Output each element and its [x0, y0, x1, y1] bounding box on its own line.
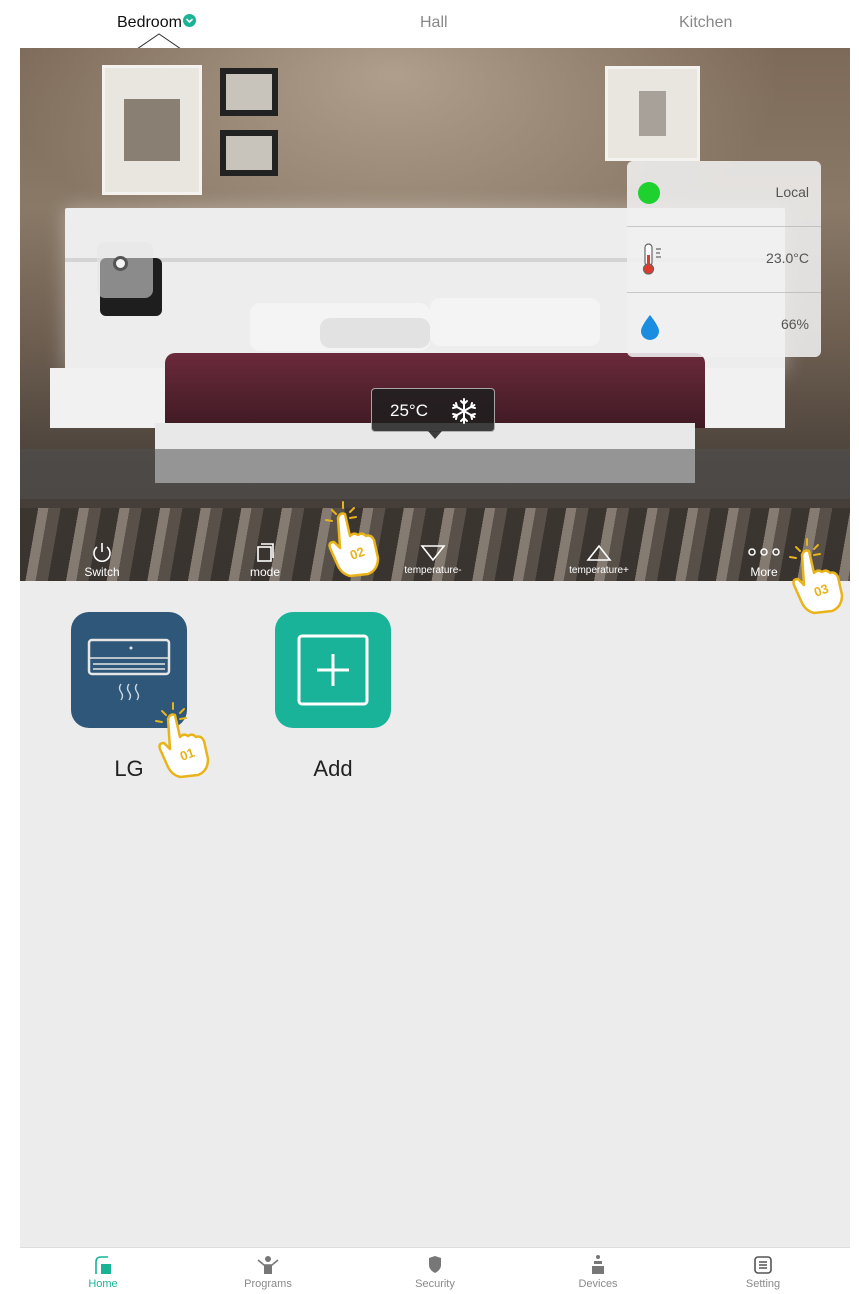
tab-bedroom[interactable]: Bedroom — [117, 14, 196, 32]
triangle-down-icon — [420, 545, 446, 562]
room-tabs: Bedroom Hall Kitchen — [20, 0, 850, 49]
tap-hand-icon: 03 — [789, 538, 844, 615]
sensor-info-panel: Local 23.0°C 66% — [627, 161, 821, 357]
home-icon — [95, 1256, 111, 1274]
switch-label: Switch — [84, 565, 120, 579]
nav-security[interactable]: Security — [385, 1254, 485, 1290]
mode-label: mode — [249, 565, 281, 579]
nav-devices[interactable]: Devices — [548, 1254, 648, 1290]
nav-programs-label: Programs — [244, 1278, 292, 1290]
tab-hall[interactable]: Hall — [420, 14, 448, 32]
setting-icon — [754, 1256, 772, 1274]
app-frame: Bedroom Hall Kitchen Local 23.0°C 66% 25… — [20, 0, 850, 1294]
add-label: Add — [313, 756, 353, 781]
set-temperature: 25°C — [390, 401, 428, 420]
humidity-value: 66% — [780, 316, 809, 332]
control-strip: Switch mode temperature- temperature+ Mo… — [20, 449, 850, 581]
switch-button[interactable]: Switch — [82, 541, 122, 579]
shield-icon — [429, 1256, 441, 1273]
temperature-down-button[interactable]: temperature- — [395, 541, 471, 576]
check-icon — [182, 14, 196, 28]
triangle-up-icon — [586, 544, 612, 561]
devices-icon — [592, 1255, 604, 1274]
temperature-up-label: temperature+ — [569, 565, 629, 576]
temperature-down-label: temperature- — [404, 565, 462, 576]
temperature-popup: 25°C — [371, 388, 495, 439]
room-background-image: Local 23.0°C 66% 25°C Switch mode temper… — [20, 48, 850, 581]
thermometer-icon — [642, 243, 661, 275]
connection-row: Local — [627, 161, 821, 227]
nav-setting-label: Setting — [745, 1278, 781, 1290]
water-drop-icon — [641, 315, 659, 340]
wall-picture — [605, 66, 700, 161]
humidity-row: 66% — [627, 293, 821, 359]
add-tile[interactable] — [275, 612, 391, 728]
tap-hand-icon: 01 — [155, 702, 210, 779]
tab-bedroom-label: Bedroom — [117, 14, 182, 31]
nav-home[interactable]: Home — [53, 1254, 153, 1290]
tab-kitchen[interactable]: Kitchen — [679, 14, 732, 32]
temperature-value: 23.0°C — [766, 250, 809, 266]
connection-status: Local — [775, 184, 809, 200]
add-icon — [297, 634, 369, 706]
nav-security-label: Security — [415, 1278, 455, 1290]
nav-programs[interactable]: Programs — [218, 1254, 318, 1290]
wall-picture — [220, 68, 278, 116]
light-toggle[interactable] — [97, 242, 153, 298]
temperature-row: 23.0°C — [627, 227, 821, 293]
power-icon — [93, 543, 111, 562]
nav-home-label: Home — [88, 1278, 118, 1290]
mode-button[interactable]: mode — [245, 541, 285, 579]
add-device[interactable]: Add — [275, 612, 391, 782]
temperature-up-button[interactable]: temperature+ — [559, 541, 639, 576]
status-dot — [638, 182, 660, 204]
bottom-nav: Home Programs Security Devices Setting — [20, 1247, 850, 1294]
programs-icon — [257, 1256, 279, 1274]
nav-devices-label: Devices — [578, 1278, 618, 1290]
wall-picture — [102, 65, 202, 195]
tab-indicator — [137, 33, 181, 49]
nav-setting[interactable]: Setting — [713, 1254, 813, 1290]
snowflake-icon — [452, 398, 476, 424]
mode-icon — [257, 543, 274, 562]
tap-hand-icon: 02 — [325, 501, 380, 578]
wall-picture — [220, 130, 278, 176]
